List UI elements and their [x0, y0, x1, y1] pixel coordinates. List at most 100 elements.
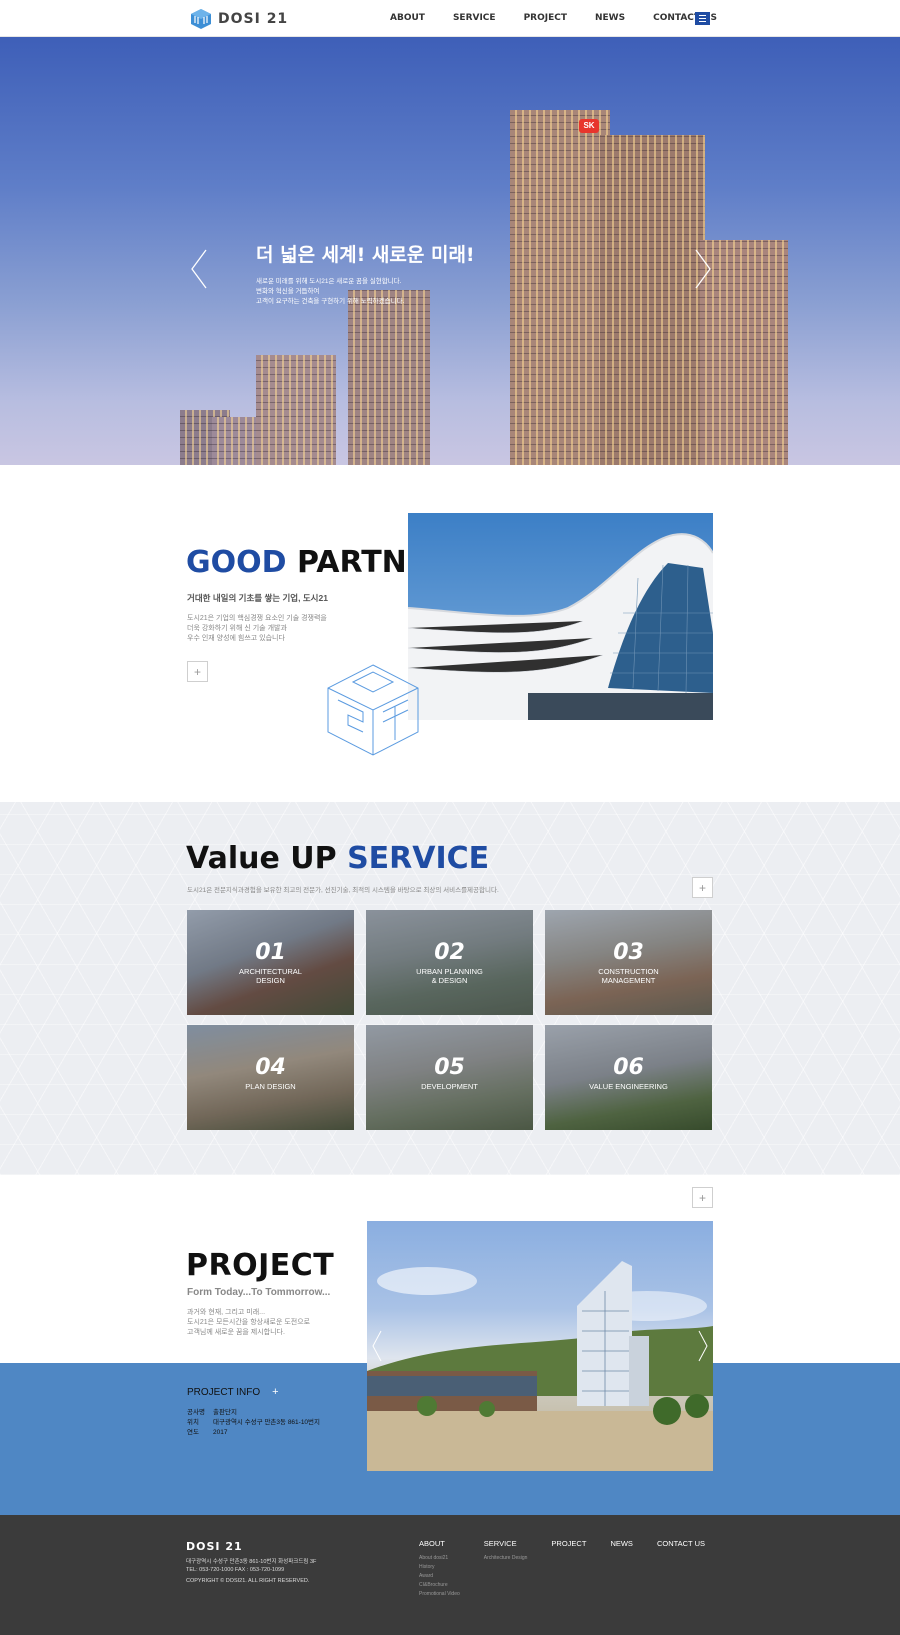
project-more-button[interactable]: + — [692, 1187, 713, 1208]
nav-service[interactable]: SERVICE — [453, 13, 496, 23]
project-info-value: 대구광역시 수성구 만촌3동 861-10번지 — [213, 1419, 321, 1426]
footer-nav-column: SERVICE Architecture Design — [484, 1539, 528, 1599]
footer-nav-column: PROJECT — [551, 1539, 586, 1599]
service-card-number: 05 — [434, 1055, 465, 1080]
project-desc-line: 도시21은 모든시간을 항상새로운 도전으로 — [187, 1319, 311, 1326]
hero-subtitle: 새로운 미래를 위해 도시21은 새로운 꿈을 실현합니다. 변화와 혁신을 거… — [256, 277, 456, 307]
hero-title: 더 넓은 세계! 새로운 미래! — [256, 244, 475, 266]
footer-nav-link[interactable]: History — [419, 1563, 460, 1572]
hero-prev-arrow-icon[interactable] — [190, 249, 208, 289]
partner-desc-line: 우수 인재 양성에 힘쓰고 있습니다 — [187, 635, 285, 642]
footer-nav-project[interactable]: PROJECT — [551, 1539, 586, 1548]
footer-address: 대구광역시 수성구 만촌3동 861-10번지 화성파크드림 3F — [186, 1559, 317, 1565]
service-card-number: 01 — [255, 940, 286, 965]
service-card-label: VALUE ENGINEERING — [589, 1082, 668, 1091]
hero-next-arrow-icon[interactable] — [694, 249, 712, 289]
footer-nav-link[interactable]: Award — [419, 1572, 460, 1581]
project-info-title: PROJECT INFO — [187, 1386, 261, 1398]
partner-more-button[interactable]: + — [187, 661, 208, 682]
partner-desc-line: 더욱 강화하기 위해 신 기술 개발과 — [187, 625, 287, 632]
project-info-plus-icon[interactable]: + — [272, 1386, 278, 1398]
hero-building-3 — [256, 355, 336, 465]
footer-nav-news[interactable]: NEWS — [610, 1539, 633, 1548]
project-image — [367, 1221, 713, 1471]
project-info-value: 2017 — [213, 1429, 228, 1436]
project-info-row: 위치 대구광역시 수성구 만촌3동 861-10번지 — [187, 1418, 320, 1428]
service-card-label: PLAN DESIGN — [245, 1082, 296, 1091]
hero-subtitle-line: 새로운 미래를 위해 도시21은 새로운 꿈을 실현합니다. — [256, 278, 402, 285]
project-prev-arrow-icon[interactable] — [372, 1330, 382, 1362]
hero-building-6 — [600, 135, 705, 465]
project-rendering-graphic — [367, 1261, 713, 1471]
project-description: 과거와 현재, 그리고 미래... 도시21은 모든시간을 항상새로운 도전으로… — [187, 1308, 357, 1338]
project-info-list: 공사명 출판단지 위치 대구광역시 수성구 만촌3동 861-10번지 연도 2… — [187, 1408, 320, 1438]
footer-nav-link[interactable]: About dosi21 — [419, 1554, 460, 1563]
footer-nav: ABOUT About dosi21 History Award CI&Broc… — [419, 1539, 729, 1599]
footer-nav-service[interactable]: SERVICE — [484, 1539, 528, 1548]
service-description: 도시21은 전문지식과경험을 보유한 최고의 전문가, 선진기술, 최적의 시스… — [187, 887, 499, 894]
project-desc-line: 고객님께 새로운 꿈을 제시합니다. — [187, 1329, 285, 1336]
project-info-row: 공사명 출판단지 — [187, 1408, 320, 1418]
project-info-header[interactable]: PROJECT INFO + — [187, 1386, 279, 1398]
logo[interactable]: DOSI 21 — [190, 8, 288, 30]
hero-building-4 — [348, 290, 430, 465]
service-title-blue: SERVICE — [347, 841, 490, 876]
service-card-number: 02 — [434, 940, 465, 965]
project-info-key: 위치 — [187, 1419, 199, 1426]
hamburger-menu-icon[interactable] — [695, 12, 710, 25]
project-subtitle: Form Today...To Tommorrow... — [187, 1287, 331, 1298]
partner-architecture-image — [408, 513, 713, 720]
project-info-value: 출판단지 — [213, 1409, 237, 1416]
nav-about[interactable]: ABOUT — [390, 13, 425, 23]
service-card-number: 03 — [613, 940, 644, 965]
logo-text: DOSI 21 — [218, 11, 289, 27]
main-nav: ABOUT SERVICE PROJECT NEWS CONTACT US — [390, 13, 745, 23]
hero-building-7 — [700, 240, 788, 465]
project-info-key: 공사명 — [187, 1409, 205, 1416]
sk-logo-icon: SK — [579, 119, 599, 133]
nav-news[interactable]: NEWS — [595, 13, 625, 23]
footer-contact-info: 대구광역시 수성구 만촌3동 861-10번지 화성파크드림 3F TEL: 0… — [186, 1558, 316, 1574]
hero-slider: SK 더 넓은 세계! 새로운 미래! 새로운 미래를 위해 도시21은 새로운… — [0, 37, 900, 465]
footer-nav-link[interactable]: Promotional Video — [419, 1590, 460, 1599]
partner-desc-line: 도시21은 기업의 핵심경쟁 요소인 기술 경쟁력을 — [187, 615, 327, 622]
hero-subtitle-line: 고객이 요구하는 건축을 구현하기 위해 노력하겠습니다. — [256, 298, 405, 305]
hero-building-5 — [510, 110, 610, 465]
service-card-label: DEVELOPMENT — [421, 1082, 478, 1091]
footer-nav-contact-us[interactable]: CONTACT US — [657, 1539, 705, 1548]
service-card-label: CONSTRUCTION MANAGEMENT — [598, 967, 659, 985]
service-card-value-engineering[interactable]: 06 VALUE ENGINEERING — [545, 1025, 712, 1130]
service-card-number: 04 — [255, 1055, 286, 1080]
footer-nav-link[interactable]: Architecture Design — [484, 1554, 528, 1563]
project-info-key: 연도 — [187, 1429, 199, 1436]
service-card-label: ARCHITECTURAL DESIGN — [239, 967, 302, 985]
curved-building-graphic — [408, 533, 713, 720]
partner-subtitle: 거대한 내일의 기초를 쌓는 기업, 도시21 — [187, 593, 328, 603]
footer-nav-column: ABOUT About dosi21 History Award CI&Broc… — [419, 1539, 460, 1599]
service-card-urban-planning[interactable]: 02 URBAN PLANNING & DESIGN — [366, 910, 533, 1015]
service-card-development[interactable]: 05 DEVELOPMENT — [366, 1025, 533, 1130]
hero-subtitle-line: 변화와 혁신을 거듭하여 — [256, 288, 320, 295]
service-title-dark: Value UP — [186, 841, 337, 876]
project-title: PROJECT — [186, 1248, 335, 1283]
footer-nav-link[interactable]: CI&Brochure — [419, 1581, 460, 1590]
service-card-plan-design[interactable]: 04 PLAN DESIGN — [187, 1025, 354, 1130]
footer-nav-about[interactable]: ABOUT — [419, 1539, 460, 1548]
hero-building-2 — [212, 417, 260, 465]
project-info-row: 연도 2017 — [187, 1428, 320, 1438]
partner-title-blue: GOOD — [186, 545, 287, 580]
partner-description: 도시21은 기업의 핵심경쟁 요소인 기술 경쟁력을 더욱 강화하기 위해 신 … — [187, 614, 367, 644]
service-card-construction-management[interactable]: 03 CONSTRUCTION MANAGEMENT — [545, 910, 712, 1015]
logo-mark-icon — [191, 9, 211, 29]
service-more-button[interactable]: + — [692, 877, 713, 898]
service-card-number: 06 — [613, 1055, 644, 1080]
cube-logo-icon — [327, 664, 419, 756]
footer-nav-column: NEWS — [610, 1539, 633, 1599]
service-card-architectural-design[interactable]: 01 ARCHITECTURAL DESIGN — [187, 910, 354, 1015]
nav-project[interactable]: PROJECT — [524, 13, 567, 23]
footer-logo[interactable]: DOSI 21 — [186, 1540, 243, 1553]
footer-copyright: COPYRIGHT © DOSI21. ALL RIGHT RESERVED. — [186, 1578, 310, 1584]
project-desc-line: 과거와 현재, 그리고 미래... — [187, 1309, 266, 1316]
footer-nav-column: CONTACT US — [657, 1539, 705, 1599]
service-card-label: URBAN PLANNING & DESIGN — [416, 967, 483, 985]
